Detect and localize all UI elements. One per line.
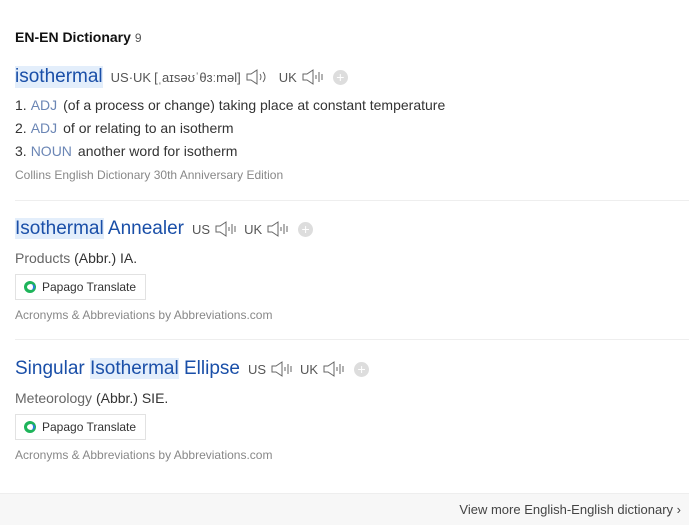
entry-isothermal-annealer: Isothermal Annealer US UK + Products (Ab… xyxy=(15,216,689,322)
view-more-link[interactable]: View more English-English dictionary › xyxy=(459,502,681,517)
speaker-icon[interactable] xyxy=(266,220,290,238)
entry-word[interactable]: Isothermal Annealer xyxy=(15,218,184,240)
result-count: 9 xyxy=(134,31,142,45)
uk-label: UK xyxy=(300,361,319,377)
footer: View more English-English dictionary › xyxy=(0,493,689,525)
us-uk-label: US·UK xyxy=(110,69,152,85)
papago-icon xyxy=(24,281,36,293)
abbreviation: Meteorology (Abbr.) SIE. xyxy=(15,390,169,406)
papago-translate-button[interactable]: Papago Translate xyxy=(15,274,147,300)
source: Acronyms & Abbreviations by Abbreviation… xyxy=(15,308,273,322)
entry-word[interactable]: isothermal xyxy=(15,66,103,88)
speaker-icon[interactable] xyxy=(214,220,238,238)
papago-translate-button[interactable]: Papago Translate xyxy=(15,414,147,440)
add-wordbook-button[interactable]: + xyxy=(332,69,348,85)
speaker-icon[interactable] xyxy=(301,68,325,86)
definition: 3. NOUN another word for isotherm xyxy=(15,143,238,159)
source: Acronyms & Abbreviations by Abbreviation… xyxy=(15,448,273,462)
section-title: EN-EN Dictionary xyxy=(15,29,131,45)
entry-isothermal: isothermal US·UK [ˌaɪsəʊˈθɜːməl] UK + 1.… xyxy=(15,64,689,182)
source: Collins English Dictionary 30th Annivers… xyxy=(15,168,284,182)
uk-label: UK xyxy=(278,69,297,85)
phonetic: [ˌaɪsəʊˈθɜːməl] xyxy=(154,69,241,85)
abbreviation: Products (Abbr.) IA. xyxy=(15,250,138,266)
papago-icon xyxy=(24,421,36,433)
speaker-icon[interactable] xyxy=(322,360,346,378)
uk-label: UK xyxy=(244,221,263,237)
speaker-icon[interactable] xyxy=(245,68,269,86)
add-wordbook-button[interactable]: + xyxy=(354,361,370,377)
us-label: US xyxy=(192,221,211,237)
section-header: EN-EN Dictionary 9 xyxy=(15,29,142,45)
us-label: US xyxy=(247,361,267,377)
definition: 2. ADJ of or relating to an isotherm xyxy=(15,120,234,136)
definition: 1. ADJ (of a process or change) taking pla… xyxy=(15,97,446,113)
entry-word[interactable]: Singular Isothermal Ellipse xyxy=(15,358,240,380)
add-wordbook-button[interactable]: + xyxy=(298,221,314,237)
divider xyxy=(15,339,689,340)
divider xyxy=(15,200,689,201)
speaker-icon[interactable] xyxy=(270,360,294,378)
entry-singular-isothermal-ellipse: Singular Isothermal Ellipse US UK + Mete… xyxy=(15,356,689,462)
